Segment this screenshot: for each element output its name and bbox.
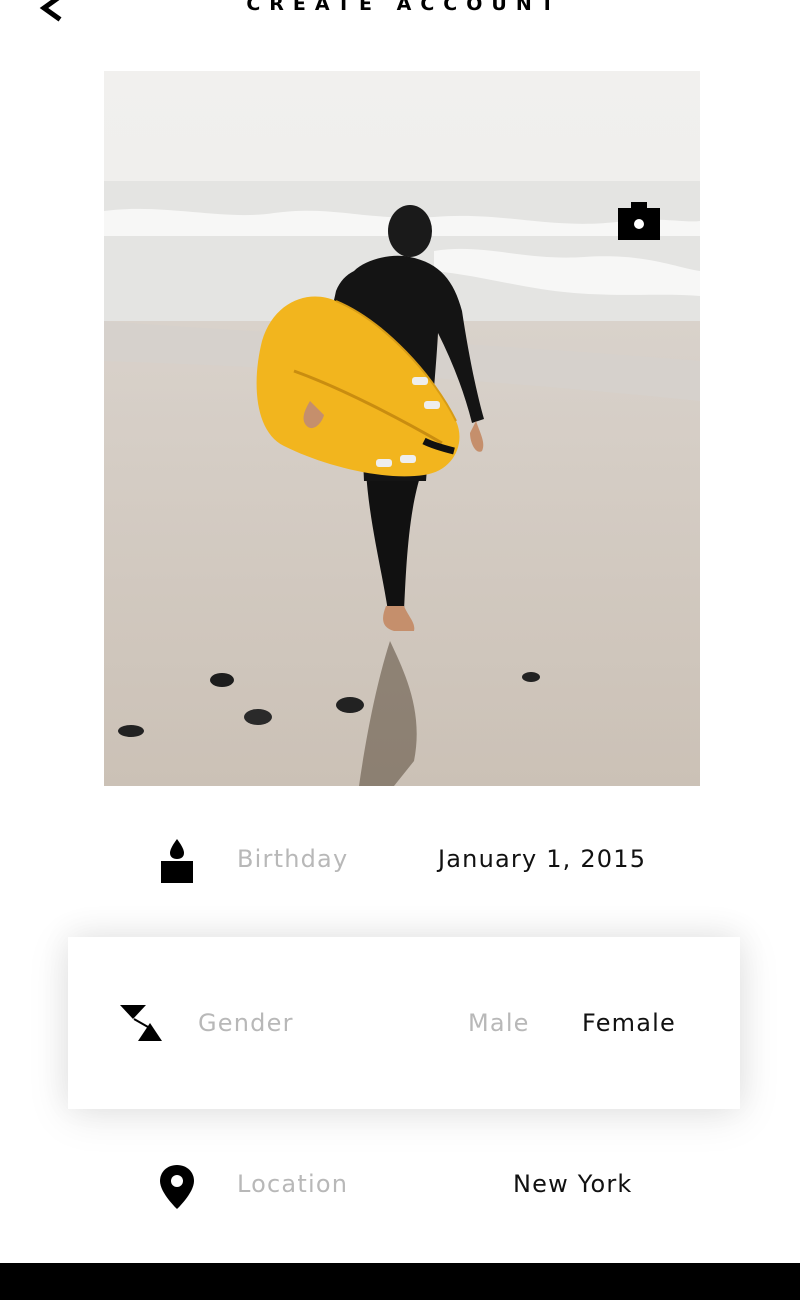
location-label: Location [237, 1170, 349, 1198]
gender-row: Gender Male Female [68, 937, 740, 1109]
change-photo-button[interactable] [617, 201, 661, 241]
page-title: CREATE ACCOUNT [246, 0, 563, 15]
birthday-row[interactable]: Birthday January 1, 2015 [0, 830, 800, 890]
surfer-photo-image [104, 71, 700, 786]
birthday-value[interactable]: January 1, 2015 [438, 845, 646, 873]
gender-icon [120, 1005, 162, 1041]
candle-icon [161, 839, 193, 883]
gender-option-male[interactable]: Male [468, 1009, 530, 1037]
map-pin-icon [160, 1165, 194, 1209]
bottom-bar [0, 1263, 800, 1300]
gender-option-female[interactable]: Female [582, 1009, 676, 1037]
location-row[interactable]: Location New York [0, 1158, 800, 1218]
profile-photo[interactable] [104, 71, 700, 786]
birthday-label: Birthday [237, 845, 349, 873]
header: CREATE ACCOUNT [0, 0, 800, 30]
location-value[interactable]: New York [513, 1170, 633, 1198]
camera-icon [618, 202, 660, 240]
gender-label: Gender [198, 1009, 294, 1037]
